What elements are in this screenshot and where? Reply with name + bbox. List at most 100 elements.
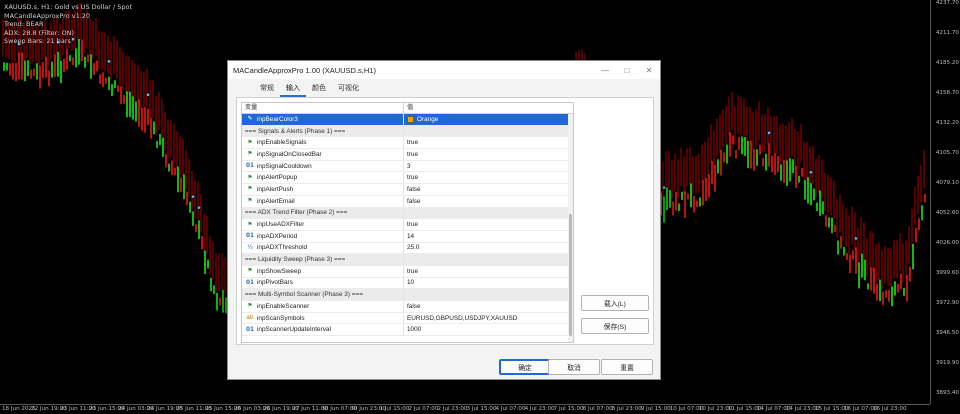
column-header-value[interactable]: 值 <box>404 103 413 113</box>
scrollbar-thumb[interactable] <box>569 214 572 336</box>
parameter-value-cell[interactable]: true <box>404 172 573 183</box>
price-tick-label: 3999.60 <box>935 270 959 276</box>
section-row[interactable]: === ADX Trend Filter (Phase 2) === <box>242 207 573 220</box>
section-row[interactable]: === Multi-Symbol Scanner (Phase 3) === <box>242 289 573 301</box>
parameter-value: true <box>407 150 419 158</box>
price-tick-label: 4211.70 <box>935 30 959 36</box>
parameter-name: inpSignalOnClosedBar <box>257 150 322 158</box>
parameter-name: inpUseADXFilter <box>257 221 305 229</box>
parameter-value-cell[interactable]: true <box>404 266 573 277</box>
parameter-value: 14 <box>407 232 415 240</box>
section-value-cell <box>404 126 573 137</box>
dialog-tabs: 常规 输入 颜色 可视化 <box>228 79 660 97</box>
section-title: === ADX Trend Filter (Phase 2) === <box>245 209 348 217</box>
price-axis[interactable]: 4237.70 4211.70 4185.20 4158.70 4132.20 4105.… <box>930 0 960 404</box>
parameter-value: 1000 <box>407 326 422 334</box>
parameter-name-cell: 01 inpPivotBars <box>242 277 404 289</box>
maximize-icon[interactable]: □ <box>616 61 638 79</box>
parameter-value-cell[interactable]: 10 <box>404 278 573 289</box>
bool-icon: ⚑ <box>247 198 253 205</box>
parameter-value-cell[interactable]: false <box>404 184 573 195</box>
minimize-icon[interactable]: — <box>594 61 616 79</box>
time-tick-label: 8 Jul 07:00 <box>582 406 613 412</box>
parameter-value-cell[interactable]: true <box>404 149 573 160</box>
parameter-row[interactable]: 01 inpADXPeriod 14 <box>242 230 573 243</box>
section-cell: === Signals & Alerts (Phase 1) === <box>242 125 404 137</box>
adx-line: ADX: 28.8 (Filter: ON) <box>4 28 74 37</box>
table-scrollbar[interactable] <box>568 114 573 342</box>
parameter-row[interactable]: ⚑ inpEnableSignals true <box>242 137 573 150</box>
parameter-name: inpADXPeriod <box>257 232 298 240</box>
parameter-row[interactable]: ⚑ inpUseADXFilter true <box>242 219 573 231</box>
parameter-value-cell[interactable]: 14 <box>404 231 573 242</box>
trend-line: Trend: BEAR <box>4 20 44 29</box>
double-icon: ½ <box>247 244 253 251</box>
price-tick-label: 4132.20 <box>935 120 959 126</box>
cancel-button[interactable]: 取消 <box>548 359 600 375</box>
parameter-value-cell[interactable]: EURUSD,GBPUSD,USDJPY,XAUUSD <box>404 313 573 324</box>
parameter-name: inpPivotBars <box>257 279 293 287</box>
section-row[interactable]: === Signals & Alerts (Phase 1) === <box>242 125 573 138</box>
parameter-value-cell[interactable]: 3 <box>404 161 573 172</box>
section-row[interactable]: === Liquidity Sweep (Phase 3) === <box>242 254 573 266</box>
price-tick-label: 4079.10 <box>935 180 959 186</box>
parameter-row[interactable]: 01 inpPivotBars 10 <box>242 277 573 290</box>
time-tick-label: 2 Jul 07:00 <box>408 406 439 412</box>
parameter-value: false <box>407 197 421 205</box>
parameter-name-cell: 01 inpADXPeriod <box>242 230 404 242</box>
parameter-value-cell[interactable]: false <box>404 196 573 207</box>
chart-symbol-line: XAUUSD.s, H1: Gold vs US Dollar / Spot <box>4 3 133 11</box>
load-button[interactable]: 载入(L) <box>581 295 649 311</box>
parameter-value-cell[interactable]: false <box>404 301 573 312</box>
tab-inputs[interactable]: 输入 <box>280 79 306 97</box>
parameter-value: 25.0 <box>407 244 420 252</box>
parameter-row[interactable]: ⚑ inpSignalOnClosedBar true <box>242 149 573 161</box>
parameter-row[interactable]: 01 inpSignalCooldown 3 <box>242 160 573 173</box>
parameter-row[interactable]: ⚑ inpAlertPush false <box>242 184 573 196</box>
color-icon: ✎ <box>247 116 253 123</box>
parameter-row[interactable]: ⚑ inpEnableScanner false <box>242 301 573 313</box>
parameter-row[interactable]: ⚑ inpAlertEmail false <box>242 195 573 208</box>
reset-button[interactable]: 重置 <box>601 359 653 375</box>
tab-common[interactable]: 常规 <box>254 79 280 97</box>
parameter-name-cell: 01 inpSignalCooldown <box>242 160 404 172</box>
bool-icon: ⚑ <box>247 174 253 181</box>
close-icon[interactable]: ✕ <box>638 61 660 79</box>
tab-visualization[interactable]: 可视化 <box>332 79 365 97</box>
parameter-value-cell[interactable]: 1000 <box>404 324 573 335</box>
parameter-row[interactable]: ab inpScanSymbols EURUSD,GBPUSD,USDJPY,XAU… <box>242 312 573 325</box>
parameter-name: inpADXThreshold <box>257 244 308 252</box>
bool-icon: ⚑ <box>247 186 253 193</box>
parameter-row[interactable]: ✎ inpBearColor3 Orange <box>242 114 573 126</box>
parameter-name: inpScannerUpdateInterval <box>257 326 331 334</box>
section-cell: === ADX Trend Filter (Phase 2) === <box>242 207 404 219</box>
color-swatch[interactable] <box>407 115 414 123</box>
price-tick-label: 4185.20 <box>935 60 959 66</box>
parameter-value-cell[interactable]: true <box>404 219 573 230</box>
parameter-value: 3 <box>407 162 411 170</box>
section-title: === Liquidity Sweep (Phase 3) === <box>245 256 346 264</box>
section-title: === Signals & Alerts (Phase 1) === <box>245 127 346 135</box>
price-tick-label: 4052.60 <box>935 210 959 216</box>
parameter-value-cell[interactable]: Orange <box>404 114 573 125</box>
bool-icon: ⚑ <box>247 221 253 228</box>
parameter-row[interactable]: 01 inpScannerUpdateInterval 1000 <box>242 324 573 337</box>
chart-info-overlay: XAUUSD.s, H1: Gold vs US Dollar / Spot M… <box>4 3 132 46</box>
bool-icon: ⚑ <box>247 303 253 310</box>
ok-button[interactable]: 确定 <box>499 359 551 375</box>
parameter-row[interactable]: ½ inpADXThreshold 25.0 <box>242 242 573 255</box>
table-body: ✎ inpBearColor3 Orange === Signals & Alerts… <box>242 114 573 337</box>
save-button[interactable]: 保存(S) <box>581 318 649 334</box>
parameter-row[interactable]: ⚑ inpAlertPopup true <box>242 172 573 185</box>
parameter-name-cell: ⚑ inpUseADXFilter <box>242 219 404 230</box>
parameter-row[interactable]: ⚑ inpShowSweep true <box>242 265 573 278</box>
signal-dot <box>191 195 195 198</box>
price-tick-label: 3893.40 <box>935 390 959 396</box>
dialog-titlebar[interactable]: MACandleApproxPro 1.00 (XAUUSD.s,H1) — □… <box>228 61 660 79</box>
tab-colors[interactable]: 颜色 <box>306 79 332 97</box>
column-header-variable[interactable]: 变量 <box>242 103 404 113</box>
parameter-value-cell[interactable]: 25.0 <box>404 243 573 254</box>
parameter-value-cell[interactable]: true <box>404 137 573 148</box>
time-axis[interactable]: 18 Jun 2025 22 Jun 19:00 23 Jun 11:00 23 Ju… <box>0 404 930 414</box>
signal-dot <box>146 93 150 97</box>
